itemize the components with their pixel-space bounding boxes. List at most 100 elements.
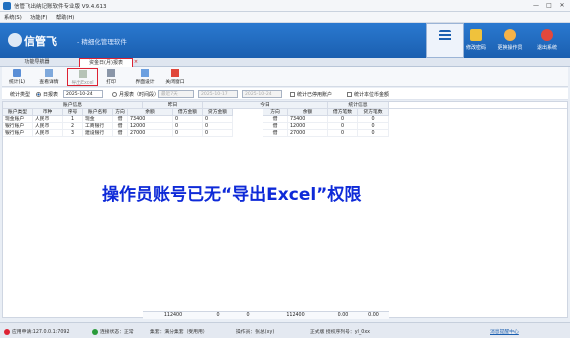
table-cell[interactable]: 借: [113, 130, 128, 137]
export-excel-label: 导出Excel: [71, 81, 94, 86]
layout-design-button[interactable]: 界面设计: [132, 68, 158, 86]
grid-menu-icon: [439, 30, 451, 42]
maximize-button[interactable]: □: [543, 1, 555, 11]
column-header[interactable]: 账户类型: [3, 109, 33, 116]
column-header[interactable]: 账户名称: [83, 109, 113, 116]
table-cell[interactable]: 0: [203, 123, 233, 130]
tab-bar: 功能导航器 资金日(月)报表 ×: [0, 58, 570, 67]
app-logo-icon: [3, 2, 11, 10]
table-cell[interactable]: 人民币: [33, 116, 63, 123]
close-window-icon: [171, 69, 179, 77]
table-cell[interactable]: 3: [63, 130, 83, 137]
column-header[interactable]: 币种: [33, 109, 63, 116]
table-cell[interactable]: 建设银行: [83, 130, 113, 137]
connection-icon: [92, 328, 98, 335]
total-credit-count: 0.00: [358, 311, 389, 319]
table-cell[interactable]: 借: [263, 123, 288, 130]
column-header[interactable]: 贷方金额: [203, 109, 233, 116]
month-range-select[interactable]: 最近7天: [158, 90, 194, 98]
column-header[interactable]: 方向: [263, 109, 288, 116]
user-icon: [504, 29, 516, 41]
view-detail-label: 查看详情: [39, 80, 59, 85]
table-cell[interactable]: 0: [328, 130, 358, 137]
column-header[interactable]: 借方笔数: [328, 109, 358, 116]
print-button[interactable]: 打印: [100, 68, 122, 86]
table-cell[interactable]: 27000: [128, 130, 173, 137]
tab-close-icon[interactable]: ×: [133, 58, 139, 67]
column-header[interactable]: 余额: [128, 109, 173, 116]
tab-navigator[interactable]: 功能导航器: [2, 58, 72, 67]
exit-system-button[interactable]: 退出系统: [528, 23, 566, 58]
brand-subtitle: - 精细化管理软件: [77, 38, 127, 46]
table-cell[interactable]: 人民币: [33, 130, 63, 137]
month-to-input[interactable]: 2025-10-24: [242, 90, 282, 98]
detail-icon: [45, 69, 53, 77]
table-cell[interactable]: 0: [358, 116, 389, 123]
table-cell[interactable]: 0: [173, 130, 203, 137]
tab-fund-report[interactable]: 资金日(月)报表: [79, 58, 133, 67]
table-cell[interactable]: 12000: [288, 123, 328, 130]
table-cell[interactable]: 73400: [288, 116, 328, 123]
base-currency-checkbox[interactable]: 统计本位币金额: [347, 91, 389, 98]
table-cell[interactable]: 现金账户: [3, 116, 33, 123]
group-header-account-info: 账户信息: [3, 102, 143, 109]
table-cell[interactable]: 0: [173, 116, 203, 123]
table-cell[interactable]: 0: [328, 116, 358, 123]
status-connection: 连接状态：正常: [92, 328, 134, 335]
table-cell[interactable]: 银行账户: [3, 130, 33, 137]
column-header[interactable]: 方向: [113, 109, 128, 116]
total-credit: 0: [233, 311, 263, 319]
export-excel-button[interactable]: 导出Excel: [67, 68, 98, 86]
month-from-input[interactable]: 2025-10-17: [198, 90, 238, 98]
table-cell[interactable]: 银行账户: [3, 123, 33, 130]
table-cell[interactable]: 73400: [128, 116, 173, 123]
menu-function[interactable]: 功能(F): [30, 14, 47, 21]
minimize-button[interactable]: —: [530, 1, 542, 11]
table-cell[interactable]: 0: [358, 123, 389, 130]
stat-button[interactable]: 统计(L): [6, 68, 28, 86]
change-password-button[interactable]: 修改密码: [457, 23, 495, 58]
menu-system[interactable]: 系统(S): [4, 14, 22, 21]
table-cell[interactable]: 0: [328, 123, 358, 130]
table-cell[interactable]: 人民币: [33, 123, 63, 130]
close-button[interactable]: ✕: [556, 1, 568, 11]
column-header[interactable]: 借方金额: [173, 109, 203, 116]
lock-icon: [470, 29, 482, 41]
brand-logo-icon: [8, 33, 22, 47]
message-center-link[interactable]: 消息提醒中心: [490, 328, 519, 335]
total-debit: 0: [203, 311, 233, 319]
table-cell[interactable]: 2: [63, 123, 83, 130]
table-cell[interactable]: 12000: [128, 123, 173, 130]
menu-help[interactable]: 帮助(H): [56, 14, 74, 21]
column-header[interactable]: 余额: [288, 109, 328, 116]
daily-report-radio[interactable]: 日报表: [36, 91, 58, 98]
filter-bar: 统计类型 日报表 2025-10-24 月报表（时间段） 最近7天 2025-1…: [2, 88, 568, 100]
status-bar: 应用申请:127.0.0.1:7092 连接状态：正常 集套：满分集套（受用用）…: [0, 322, 570, 338]
table-cell[interactable]: 借: [263, 130, 288, 137]
table-cell[interactable]: 0: [358, 130, 389, 137]
daily-date-input[interactable]: 2025-10-24: [63, 90, 103, 98]
column-header[interactable]: 贷方笔数: [358, 109, 389, 116]
disabled-accounts-checkbox[interactable]: 统计已停用账户: [290, 91, 332, 98]
server-icon: [4, 328, 10, 335]
change-password-label: 修改密码: [465, 45, 486, 51]
table-cell[interactable]: 工商银行: [83, 123, 113, 130]
print-icon: [107, 69, 115, 77]
table-cell[interactable]: 借: [263, 116, 288, 123]
table-cell[interactable]: 0: [203, 116, 233, 123]
table-cell[interactable]: 27000: [288, 130, 328, 137]
toolbar: 统计(L) 查看详情 导出Excel 打印 界面设计 关闭窗口: [2, 67, 568, 87]
column-header[interactable]: 序号: [63, 109, 83, 116]
view-detail-button[interactable]: 查看详情: [36, 68, 62, 86]
table-cell[interactable]: 借: [113, 123, 128, 130]
table-cell[interactable]: 借: [113, 116, 128, 123]
permission-annotation: 操作员账号已无“导出Excel”权限: [102, 185, 362, 205]
close-window-button[interactable]: 关闭窗口: [162, 68, 188, 86]
table-cell[interactable]: 现金: [83, 116, 113, 123]
table-cell[interactable]: 0: [173, 123, 203, 130]
power-icon: [541, 29, 553, 41]
monthly-report-radio[interactable]: 月报表（时间段）: [112, 91, 159, 98]
table-cell[interactable]: 1: [63, 116, 83, 123]
switch-operator-button[interactable]: 更换操作员: [491, 23, 529, 58]
table-cell[interactable]: 0: [203, 130, 233, 137]
